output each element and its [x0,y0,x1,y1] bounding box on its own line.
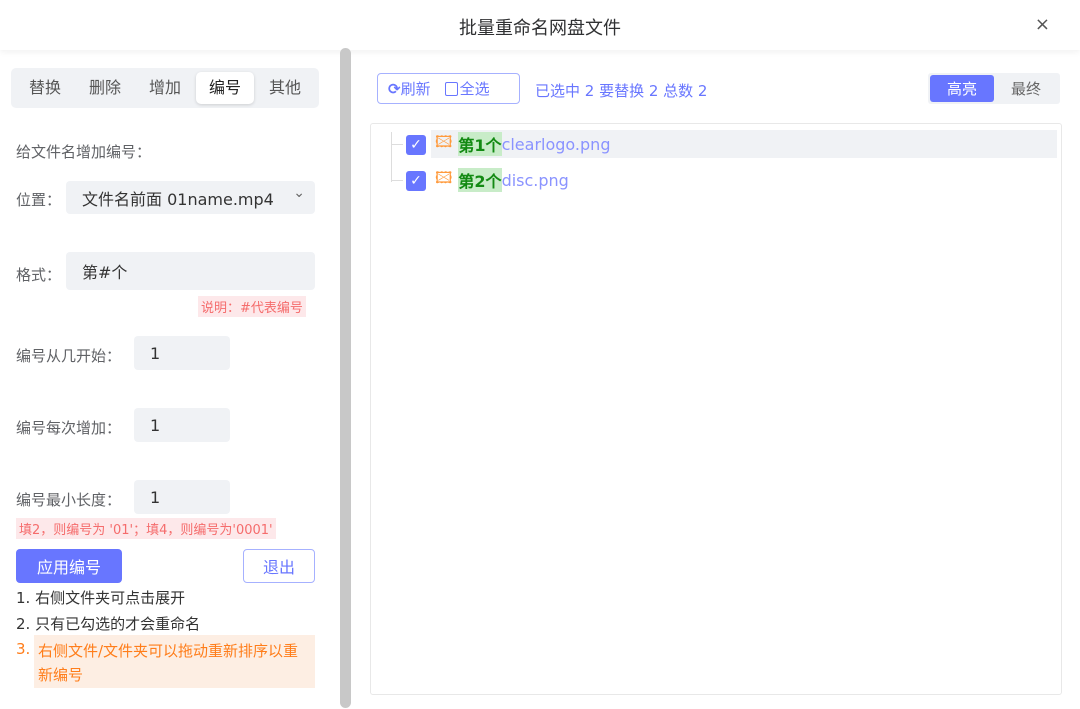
format-note: 说明：#代表编号 [198,296,306,317]
minlen-input[interactable]: 1 [134,480,230,514]
tab-delete[interactable]: 删除 [76,72,134,104]
dialog-title: 批量重命名网盘文件 [459,18,621,39]
format-input[interactable]: 第#个 [66,252,315,290]
minlen-value: 1 [150,487,161,507]
tip-1: 1. 右侧文件夹可点击展开 [16,589,186,607]
selection-status: 已选中 2 要替换 2 总数 2 [535,82,708,100]
step-input[interactable]: 1 [134,408,230,442]
toolbar-group: ⟳ 刷新 全选 [377,73,520,104]
exit-button[interactable]: 退出 [243,549,315,583]
image-icon: 🖾 [435,167,453,187]
refresh-button[interactable]: 刷新 [401,78,431,99]
select-all-button[interactable]: 全选 [460,78,490,99]
highlight-button[interactable]: 高亮 [930,75,994,102]
tip-2: 2. 只有已勾选的才会重命名 [16,615,201,633]
start-input[interactable]: 1 [134,336,230,370]
format-value: 第#个 [82,263,128,282]
dialog-header: 批量重命名网盘文件 × [0,0,1080,50]
section-heading: 给文件名增加编号： [16,143,152,161]
file-name: disc.png [501,170,569,190]
minlen-note: 填2，则编号为 '01'；填4，则编号为'0001' [16,518,276,539]
refresh-icon: ⟳ [388,79,401,98]
file-row[interactable]: 🖾 第2个 disc.png [431,166,1057,194]
scrollbar[interactable] [340,48,351,708]
step-value: 1 [150,415,161,435]
final-button[interactable]: 最终 [994,75,1058,102]
position-select[interactable]: 文件名前面 01name.mp4 ⌄ [66,181,315,214]
tab-other[interactable]: 其他 [256,72,314,104]
tip-3: 右侧文件/文件夹可以拖动重新排序以重新编号 [34,635,315,688]
checkbox-icon [444,81,458,96]
chevron-down-icon: ⌄ [293,185,305,201]
close-icon[interactable]: × [1035,14,1050,35]
start-value: 1 [150,343,161,363]
file-name: clearlogo.png [501,134,611,154]
position-value: 文件名前面 01name.mp4 [82,189,274,209]
number-prefix: 第2个 [458,168,502,192]
file-checkbox[interactable]: ✓ [406,171,426,191]
tab-add[interactable]: 增加 [136,72,194,104]
tip-3-number: 3. [16,640,31,658]
minlen-label: 编号最小长度： [16,491,122,509]
file-row[interactable]: 🖾 第1个 clearlogo.png [431,130,1057,158]
mode-tabs: 替换 删除 增加 编号 其他 [11,68,319,108]
file-tree: ✓ 🖾 第1个 clearlogo.png ✓ 🖾 第2个 disc.png [370,123,1062,695]
position-label: 位置： [16,191,62,209]
tab-number[interactable]: 编号 [196,72,254,104]
step-label: 编号每次增加： [16,419,122,437]
image-icon: 🖾 [435,131,453,151]
file-checkbox[interactable]: ✓ [406,135,426,155]
view-toggle: 高亮 最终 [928,73,1060,104]
number-prefix: 第1个 [458,132,502,156]
start-label: 编号从几开始： [16,347,122,365]
apply-numbering-button[interactable]: 应用编号 [16,549,122,583]
format-label: 格式： [16,266,62,284]
tab-replace[interactable]: 替换 [16,72,74,104]
